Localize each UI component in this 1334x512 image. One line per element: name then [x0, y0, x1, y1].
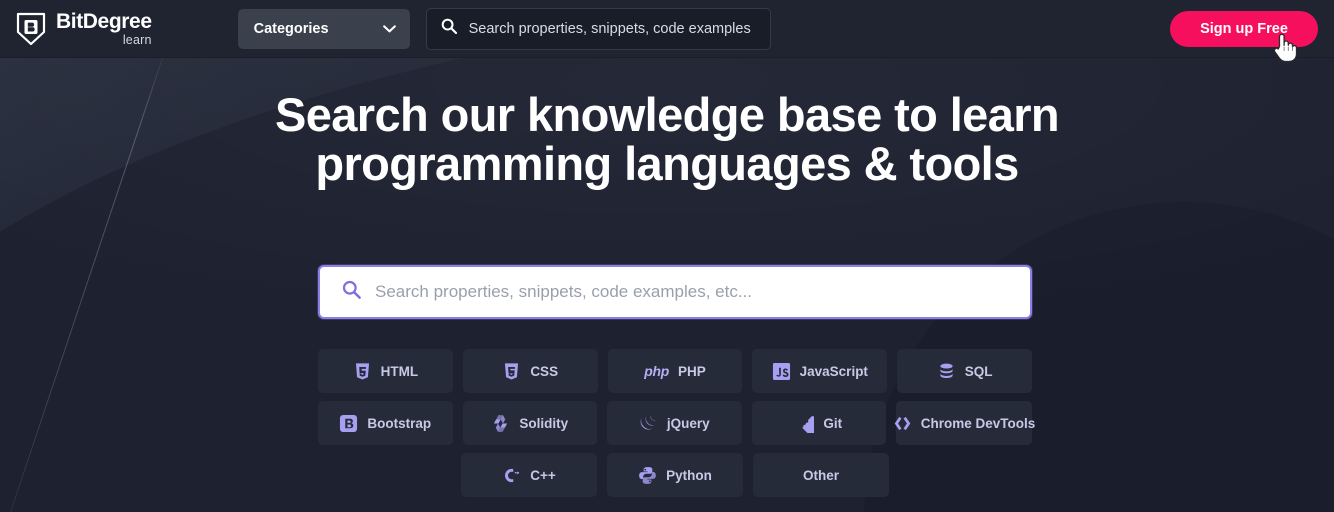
category-tile-html[interactable]: HTML [318, 349, 453, 393]
brand-subtitle: learn [122, 32, 152, 47]
page-root: BitDegree learn Categories Search proper… [0, 0, 1334, 512]
category-tile-label: SQL [964, 363, 993, 379]
css3-icon [502, 362, 521, 381]
html5-icon [353, 362, 372, 381]
category-tile-label: Bootstrap [367, 415, 432, 431]
main-search-placeholder: Search properties, snippets, code exampl… [375, 282, 753, 301]
categories-dropdown[interactable]: Categories [237, 8, 410, 49]
category-tile-python[interactable]: Python [607, 453, 743, 497]
category-tile-label: CSS [530, 363, 559, 379]
sign-up-free-button[interactable]: Sign up Free [1170, 11, 1318, 47]
category-tile-css[interactable]: CSS [462, 349, 598, 393]
category-tile-label: jQuery [666, 415, 710, 431]
headline-line-1: Search our knowledge base to learn [274, 88, 1060, 141]
category-row-2: Bootstrap Solidity jQuery Git Chrome Dev… [318, 401, 1035, 445]
category-tile-label: JavaScript [799, 363, 868, 379]
php-icon: php [644, 363, 669, 379]
category-tiles: HTML CSS php PHP JavaScript SQL Bootstra… [318, 349, 1035, 505]
bitdegree-shield-icon [16, 12, 46, 46]
category-tile-label: Chrome DevTools [920, 415, 1036, 431]
headline-line-2: programming languages & tools [315, 137, 1019, 190]
category-tile-sql[interactable]: SQL [897, 349, 1032, 393]
category-tile-solidity[interactable]: Solidity [462, 401, 597, 445]
main-search-input[interactable]: Search properties, snippets, code exampl… [318, 265, 1032, 319]
chevron-down-icon [382, 24, 396, 33]
page-title: Search our knowledge base to learn progr… [0, 90, 1334, 188]
search-icon [441, 18, 457, 39]
solidity-icon [491, 414, 510, 433]
brand-logo-link[interactable]: BitDegree learn [16, 11, 152, 47]
category-tile-label: Other [802, 467, 839, 483]
chrome-devtools-icon [893, 414, 912, 433]
category-tile-bootstrap[interactable]: Bootstrap [318, 401, 453, 445]
category-tile-git[interactable]: Git [751, 401, 886, 445]
bootstrap-icon [339, 414, 358, 433]
category-tile-javascript[interactable]: JavaScript [752, 349, 888, 393]
brand-text: BitDegree learn [56, 11, 152, 47]
category-tile-label: PHP [677, 363, 706, 379]
category-row-3: C++ Python Other [318, 453, 1032, 497]
category-tile-label: Solidity [519, 415, 569, 431]
header-search-placeholder: Search properties, snippets, code exampl… [468, 20, 751, 37]
category-tile-other[interactable]: Other [753, 453, 889, 497]
git-icon [795, 414, 815, 433]
categories-label: Categories [253, 20, 329, 37]
javascript-icon [772, 362, 791, 381]
header-search-input[interactable]: Search properties, snippets, code exampl… [425, 7, 771, 50]
category-tile-label: Git [823, 415, 843, 431]
category-tile-label: Python [666, 467, 712, 483]
search-icon [342, 280, 361, 304]
hero-section: Search our knowledge base to learn progr… [0, 58, 1334, 512]
category-tile-chrome-devtools[interactable]: Chrome DevTools [893, 401, 1035, 445]
category-tile-label: HTML [380, 363, 419, 379]
sql-database-icon [937, 362, 956, 381]
jquery-icon [639, 414, 658, 433]
category-tile-label: C++ [530, 467, 556, 483]
category-row-1: HTML CSS php PHP JavaScript SQL [318, 349, 1032, 393]
category-tile-php[interactable]: php PHP [607, 349, 743, 393]
cplusplus-icon [502, 466, 521, 485]
brand-name: BitDegree [56, 9, 152, 33]
top-navigation-bar: BitDegree learn Categories Search proper… [0, 0, 1334, 58]
category-tile-cpp[interactable]: C++ [461, 453, 597, 497]
python-icon [638, 466, 657, 485]
category-tile-jquery[interactable]: jQuery [607, 401, 742, 445]
